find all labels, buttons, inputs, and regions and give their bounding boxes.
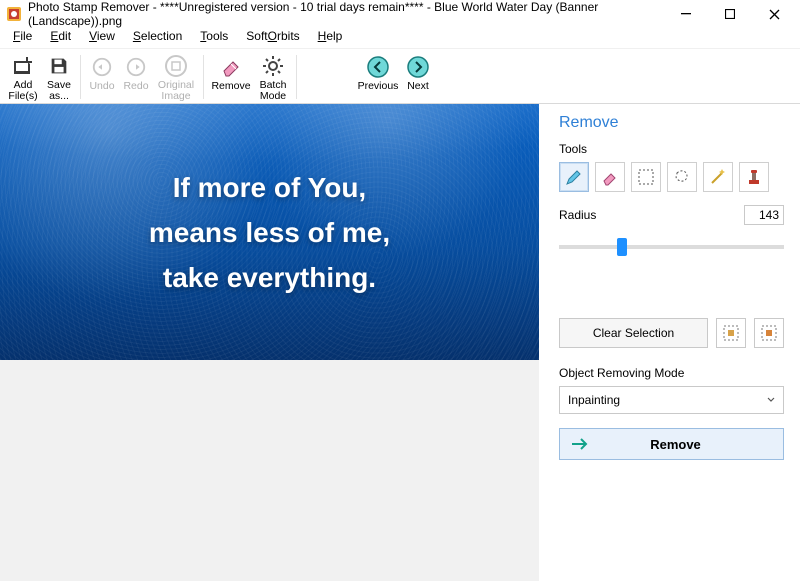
menu-selection[interactable]: Selection bbox=[126, 28, 189, 48]
undo-icon bbox=[88, 53, 116, 81]
side-panel: Remove Tools Radius Clear Selection Obje… bbox=[539, 104, 800, 581]
image-text-line: means less of me, bbox=[0, 211, 539, 256]
mode-label: Object Removing Mode bbox=[559, 366, 784, 380]
menu-file[interactable]: File bbox=[6, 28, 39, 48]
toolbar-separator bbox=[80, 55, 81, 99]
color-select-button[interactable] bbox=[754, 318, 784, 348]
radius-label: Radius bbox=[559, 208, 596, 222]
remove-button-label: Remove bbox=[568, 437, 783, 452]
add-files-label: Add File(s) bbox=[4, 80, 42, 103]
menu-view[interactable]: View bbox=[82, 28, 122, 48]
toolbar: Add File(s) Save as... Undo Redo Origina… bbox=[0, 48, 800, 104]
chevron-down-icon bbox=[767, 396, 775, 404]
tool-marker[interactable] bbox=[559, 162, 589, 192]
tools-label: Tools bbox=[559, 142, 784, 156]
radius-slider[interactable] bbox=[559, 234, 784, 260]
close-button[interactable] bbox=[752, 0, 796, 28]
menu-bar: File Edit View Selection Tools SoftOrbit… bbox=[0, 28, 800, 48]
original-image-icon bbox=[162, 53, 190, 80]
remove-toolbar-button[interactable]: Remove bbox=[208, 51, 254, 103]
redo-button[interactable]: Redo bbox=[119, 51, 153, 103]
tool-eraser[interactable] bbox=[595, 162, 625, 192]
save-as-button[interactable]: Save as... bbox=[42, 51, 76, 103]
batch-mode-label: Batch Mode bbox=[254, 80, 292, 103]
next-button[interactable]: Next bbox=[401, 51, 435, 103]
radius-slider-thumb[interactable] bbox=[617, 238, 627, 256]
eraser-icon bbox=[217, 53, 245, 81]
minimize-button[interactable] bbox=[664, 0, 708, 28]
original-image-button[interactable]: Original Image bbox=[153, 51, 199, 103]
menu-softorbits[interactable]: SoftOrbits bbox=[239, 28, 306, 48]
tool-lasso-select[interactable] bbox=[667, 162, 697, 192]
menu-help[interactable]: Help bbox=[311, 28, 350, 48]
undo-label: Undo bbox=[89, 81, 114, 93]
undo-button[interactable]: Undo bbox=[85, 51, 119, 103]
tool-clone-stamp[interactable] bbox=[739, 162, 769, 192]
mode-select[interactable]: Inpainting bbox=[559, 386, 784, 414]
original-image-label: Original Image bbox=[153, 80, 199, 103]
image-text-line: If more of You, bbox=[0, 166, 539, 211]
tool-magic-wand[interactable] bbox=[703, 162, 733, 192]
image-text-line: take everything. bbox=[0, 256, 539, 301]
window-title: Photo Stamp Remover - ****Unregistered v… bbox=[28, 0, 664, 28]
tool-rectangle-select[interactable] bbox=[631, 162, 661, 192]
tool-buttons bbox=[559, 162, 784, 192]
menu-edit[interactable]: Edit bbox=[43, 28, 78, 48]
previous-label: Previous bbox=[358, 81, 399, 93]
clear-selection-button[interactable]: Clear Selection bbox=[559, 318, 708, 348]
gear-icon bbox=[259, 53, 287, 80]
canvas-image[interactable]: If more of You, means less of me, take e… bbox=[0, 104, 539, 360]
add-files-icon bbox=[9, 53, 37, 80]
deselect-button[interactable] bbox=[716, 318, 746, 348]
workspace: If more of You, means less of me, take e… bbox=[0, 104, 800, 581]
panel-heading: Remove bbox=[559, 114, 784, 132]
canvas-empty-area bbox=[0, 360, 539, 581]
toolbar-separator bbox=[296, 55, 297, 99]
batch-mode-button[interactable]: Batch Mode bbox=[254, 51, 292, 103]
radius-input[interactable] bbox=[744, 205, 784, 225]
previous-icon bbox=[364, 53, 392, 81]
remove-button[interactable]: Remove bbox=[559, 428, 784, 460]
image-overlay-text: If more of You, means less of me, take e… bbox=[0, 166, 539, 300]
next-label: Next bbox=[407, 81, 429, 93]
remove-toolbar-label: Remove bbox=[211, 81, 250, 93]
window-controls bbox=[664, 0, 796, 28]
app-icon bbox=[6, 6, 22, 22]
previous-button[interactable]: Previous bbox=[355, 51, 401, 103]
next-icon bbox=[404, 53, 432, 81]
save-icon bbox=[45, 53, 73, 80]
save-as-label: Save as... bbox=[42, 80, 76, 103]
title-bar: Photo Stamp Remover - ****Unregistered v… bbox=[0, 0, 800, 28]
canvas-area: If more of You, means less of me, take e… bbox=[0, 104, 539, 581]
menu-tools[interactable]: Tools bbox=[193, 28, 235, 48]
redo-icon bbox=[122, 53, 150, 81]
redo-label: Redo bbox=[123, 81, 148, 93]
mode-select-value: Inpainting bbox=[568, 393, 620, 407]
add-files-button[interactable]: Add File(s) bbox=[4, 51, 42, 103]
maximize-button[interactable] bbox=[708, 0, 752, 28]
toolbar-separator bbox=[203, 55, 204, 99]
